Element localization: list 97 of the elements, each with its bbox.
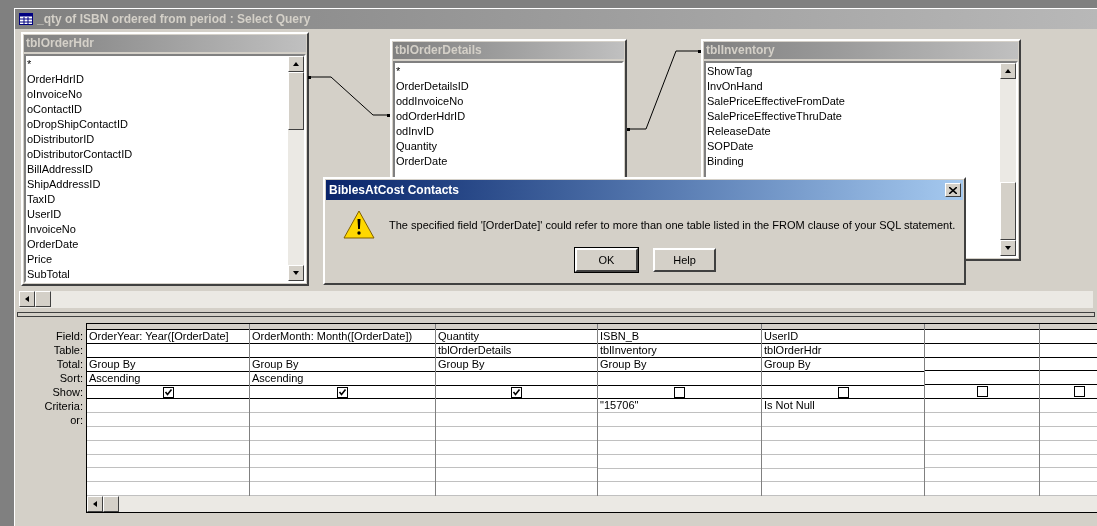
scroll-arrow-button[interactable] xyxy=(1000,240,1016,256)
show-checkbox[interactable] xyxy=(337,386,348,398)
field-item[interactable]: * xyxy=(27,57,288,72)
grid-field-cell[interactable]: Quantity xyxy=(438,329,479,343)
window-title: _qty of ISBN ordered from period : Select Query xyxy=(37,11,311,28)
field-item[interactable]: oDistributorContactID xyxy=(27,147,288,162)
grid-table-cell[interactable]: tblOrderDetails xyxy=(438,343,512,357)
arrow-up-icon xyxy=(1004,67,1012,75)
grid-sort-cell[interactable]: Ascending xyxy=(89,371,141,385)
scroll-arrow-button[interactable] xyxy=(19,291,35,307)
field-item[interactable]: OrderDate xyxy=(396,154,622,169)
field-item[interactable]: odInvID xyxy=(396,124,622,139)
table-title: tblOrderHdr xyxy=(24,35,306,52)
table-title: tblInventory xyxy=(704,42,1018,59)
row-label: or: xyxy=(70,413,83,427)
scroll-thumb[interactable] xyxy=(35,291,51,307)
show-checkbox[interactable] xyxy=(976,386,988,398)
row-label: Table: xyxy=(53,343,83,357)
arrow-left-icon xyxy=(91,500,99,508)
table-window[interactable]: tblOrderHdr * OrderHdrID oInvoiceNo oContactID oDropShipContactID oDistributorID oDistributorContactID BillAddressID ShipAddressID TaxID UserID InvoiceNo OrderDate Price SubTotal xyxy=(21,32,309,286)
grid-table-cell[interactable]: tblOrderHdr xyxy=(764,343,822,357)
field-item[interactable]: oContactID xyxy=(27,102,288,117)
vertical-scrollbar[interactable] xyxy=(288,56,304,281)
scroll-arrow-button[interactable] xyxy=(288,56,304,72)
show-checkbox[interactable] xyxy=(1074,386,1085,398)
grid-total-cell[interactable]: Group By xyxy=(600,357,647,371)
arrow-left-icon xyxy=(23,295,31,303)
field-item[interactable]: oDropShipContactID xyxy=(27,117,288,132)
grid-total-cell[interactable]: Group By xyxy=(89,357,136,371)
field-item[interactable]: ShowTag xyxy=(707,64,1000,79)
column-selector[interactable] xyxy=(1040,324,1097,330)
field-item[interactable]: UserID xyxy=(27,207,288,222)
warning-icon xyxy=(343,210,375,240)
field-item[interactable]: Quantity xyxy=(396,139,622,154)
arrow-down-icon xyxy=(1004,244,1012,252)
arrow-down-icon xyxy=(292,269,300,277)
field-item[interactable]: SalePriceEffectiveThruDate xyxy=(707,109,1000,124)
field-item[interactable]: SOPDate xyxy=(707,139,1000,154)
show-checkbox[interactable] xyxy=(162,386,174,398)
grid-sort-cell[interactable]: Ascending xyxy=(252,371,304,385)
field-item[interactable]: oDistributorID xyxy=(27,132,288,147)
column-selector[interactable] xyxy=(436,324,597,330)
grid-field-cell[interactable]: ISBN_B xyxy=(600,329,640,343)
row-label: Sort: xyxy=(59,371,83,385)
query-design-grid[interactable] xyxy=(86,323,1097,513)
close-button[interactable] xyxy=(945,183,961,197)
scroll-arrow-button[interactable] xyxy=(1000,63,1016,79)
grid-field-cell[interactable]: UserID xyxy=(764,329,799,343)
row-label: Field: xyxy=(56,329,83,343)
column-selector[interactable] xyxy=(762,324,924,330)
row-label: Total: xyxy=(56,357,83,371)
grid-field-cell[interactable]: OrderYear: Year([OrderDate] xyxy=(89,329,229,343)
scroll-thumb[interactable] xyxy=(288,72,304,130)
column-selector[interactable] xyxy=(87,324,249,330)
grid-field-cell[interactable]: OrderMonth: Month([OrderDate]) xyxy=(252,329,413,343)
query-icon xyxy=(19,13,33,25)
vertical-scrollbar[interactable] xyxy=(1000,63,1016,256)
grid-table-cell[interactable]: tblInventory xyxy=(600,343,657,357)
field-item[interactable]: OrderDate xyxy=(27,237,288,252)
field-item[interactable]: TaxID xyxy=(27,192,288,207)
row-label: Criteria: xyxy=(44,399,83,413)
show-checkbox[interactable] xyxy=(837,386,849,398)
field-item[interactable]: SalePriceEffectiveFromDate xyxy=(707,94,1000,109)
field-item[interactable]: ShipAddressID xyxy=(27,177,288,192)
show-checkbox[interactable] xyxy=(511,386,522,398)
field-item[interactable]: InvOnHand xyxy=(707,79,1000,94)
field-item[interactable]: OrderHdrID xyxy=(27,72,288,87)
table-title: tblOrderDetails xyxy=(393,42,624,59)
field-item[interactable]: Binding xyxy=(707,154,1000,169)
field-item[interactable]: InvoiceNo xyxy=(27,222,288,237)
field-item[interactable]: oInvoiceNo xyxy=(27,87,288,102)
grid-total-cell[interactable]: Group By xyxy=(764,357,811,371)
arrow-up-icon xyxy=(292,60,300,68)
field-item[interactable]: SubTotal xyxy=(27,267,288,281)
close-icon xyxy=(949,186,957,194)
column-selector[interactable] xyxy=(925,324,1039,330)
field-item[interactable]: Price xyxy=(27,252,288,267)
show-checkbox[interactable] xyxy=(674,386,685,398)
column-selector[interactable] xyxy=(598,324,761,330)
grid-total-cell[interactable]: Group By xyxy=(252,357,299,371)
grid-criteria-cell[interactable]: "15706" xyxy=(600,399,639,413)
scroll-arrow-button[interactable] xyxy=(87,496,103,512)
grid-total-cell[interactable]: Group By xyxy=(438,357,485,371)
column-selector[interactable] xyxy=(250,324,435,330)
row-label: Show: xyxy=(52,385,83,399)
field-item[interactable]: odOrderHdrID xyxy=(396,109,622,124)
scroll-thumb[interactable] xyxy=(103,496,119,512)
field-item[interactable]: ReleaseDate xyxy=(707,124,1000,139)
field-item[interactable]: BillAddressID xyxy=(27,162,288,177)
grid-criteria-cell[interactable]: Is Not Null xyxy=(764,399,815,413)
field-item[interactable]: OrderDetailsID xyxy=(396,79,622,94)
scroll-arrow-button[interactable] xyxy=(288,265,304,281)
scroll-thumb[interactable] xyxy=(1000,182,1016,240)
dialog-button[interactable]: OK xyxy=(575,248,638,272)
field-item[interactable]: oddInvoiceNo xyxy=(396,94,622,109)
field-item[interactable]: * xyxy=(396,64,622,79)
dialog-button[interactable]: Help xyxy=(653,248,716,272)
